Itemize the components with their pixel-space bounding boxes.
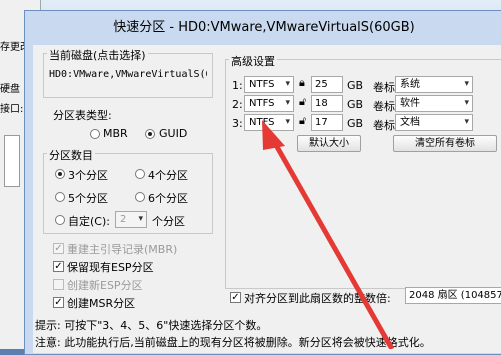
arrow-shaft — [269, 136, 395, 349]
annotation-arrow — [262, 120, 395, 349]
arrow-head — [262, 120, 285, 150]
